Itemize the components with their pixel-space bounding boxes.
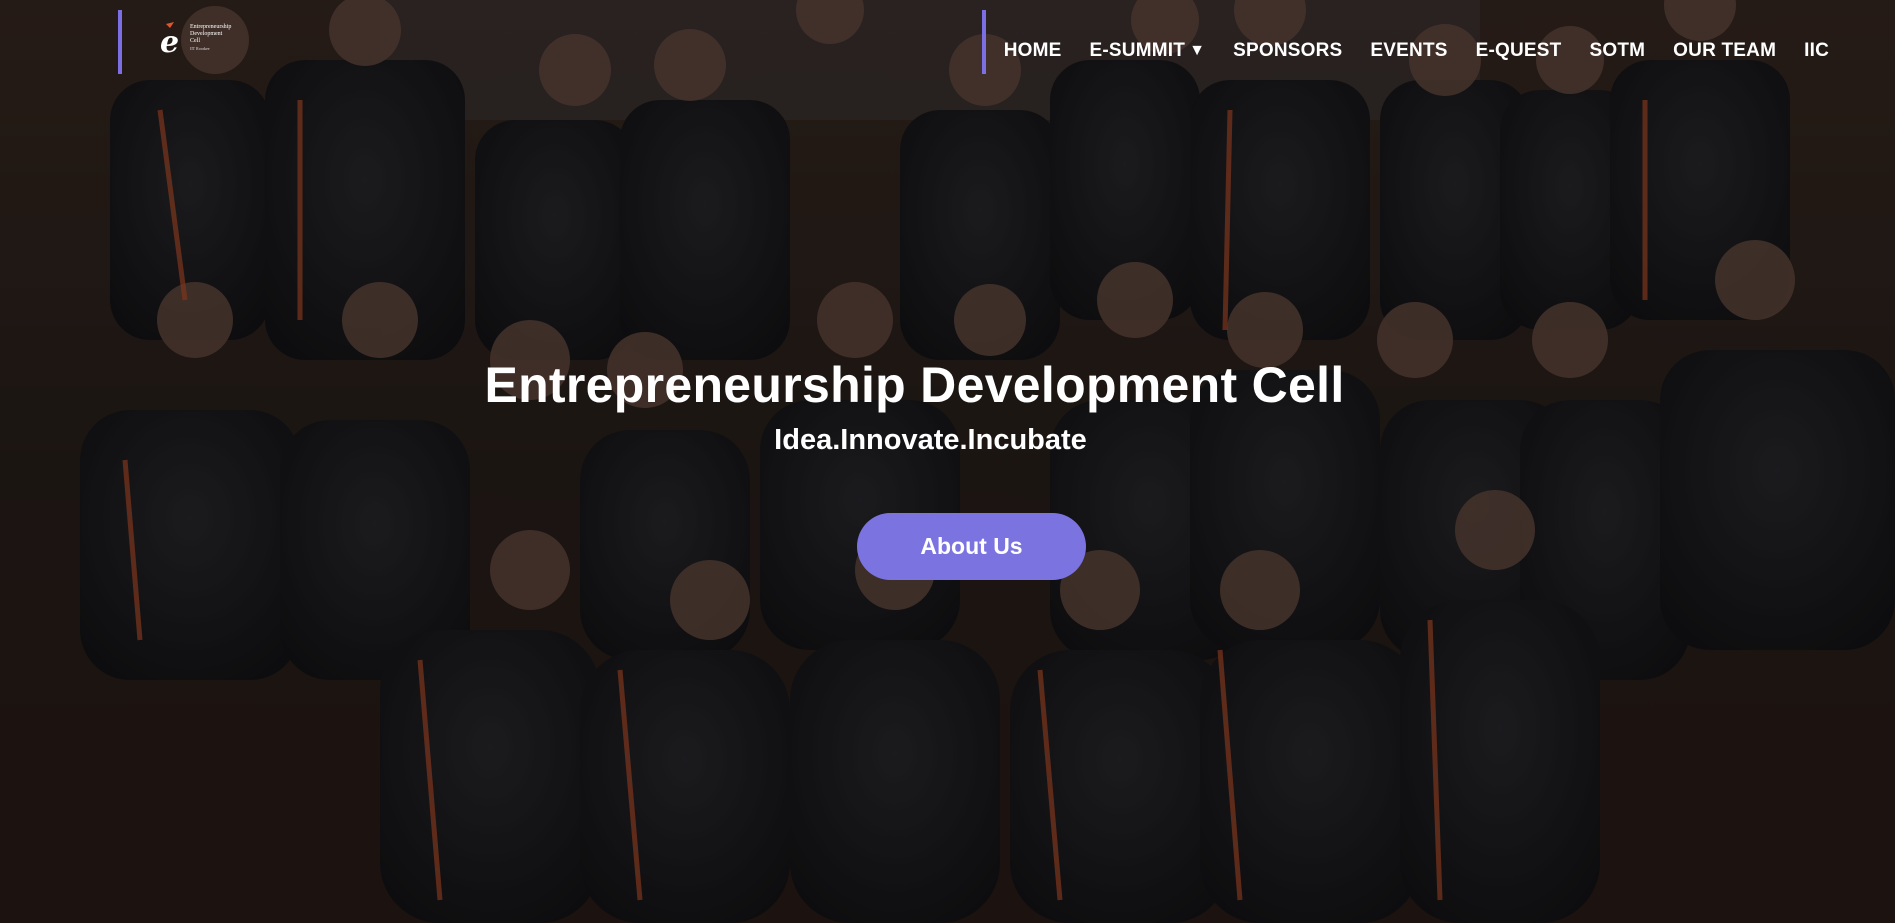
- hero-dark-overlay: [0, 0, 1895, 923]
- logo-line-3: Cell: [190, 38, 200, 44]
- nav-item-events[interactable]: EVENTS: [1370, 40, 1447, 62]
- logo-accent-bar: [118, 10, 122, 74]
- site-logo[interactable]: e Entrepreneurship Development Cell IIT …: [158, 18, 258, 60]
- nav-item-label: E-SUMMIT: [1089, 40, 1186, 61]
- nav-item-iic[interactable]: IIC: [1804, 40, 1829, 62]
- about-us-button[interactable]: About Us: [857, 513, 1086, 580]
- main-navigation: HOME E-SUMMIT ▼ SPONSORS EVENTS E-QUEST …: [1004, 40, 1829, 62]
- nav-item-label: EVENTS: [1370, 40, 1448, 61]
- nav-item-e-quest[interactable]: E-QUEST: [1476, 40, 1562, 62]
- caret-down-icon: ▼: [1189, 42, 1206, 59]
- nav-item-label: SOTM: [1589, 40, 1646, 61]
- nav-item-label: IIC: [1804, 40, 1829, 61]
- nav-item-sponsors[interactable]: SPONSORS: [1233, 40, 1342, 62]
- nav-item-label: E-QUEST: [1475, 40, 1562, 61]
- nav-item-home[interactable]: HOME: [1004, 40, 1062, 62]
- logo-line-2: Development: [190, 31, 223, 37]
- nav-item-label: OUR TEAM: [1673, 40, 1777, 61]
- hero-title: Entrepreneurship Development Cell: [484, 357, 1345, 413]
- hero-tagline: Idea.Innovate.Incubate: [774, 424, 1087, 456]
- nav-item-label: SPONSORS: [1233, 40, 1343, 61]
- nav-item-our-team[interactable]: OUR TEAM: [1673, 40, 1776, 62]
- nav-item-e-summit[interactable]: E-SUMMIT ▼: [1090, 40, 1206, 62]
- svg-text:e: e: [160, 25, 179, 56]
- edc-logo-icon: e: [158, 20, 188, 60]
- nav-item-label: HOME: [1003, 40, 1062, 61]
- logo-text: Entrepreneurship Development Cell IIT Ro…: [190, 24, 231, 52]
- nav-item-sotm[interactable]: SOTM: [1589, 40, 1645, 62]
- nav-accent-bar: [982, 10, 986, 74]
- hero-section: e Entrepreneurship Development Cell IIT …: [0, 0, 1895, 923]
- logo-line-1: Entrepreneurship: [190, 24, 232, 30]
- logo-line-4: IIT Roorkee: [190, 46, 210, 51]
